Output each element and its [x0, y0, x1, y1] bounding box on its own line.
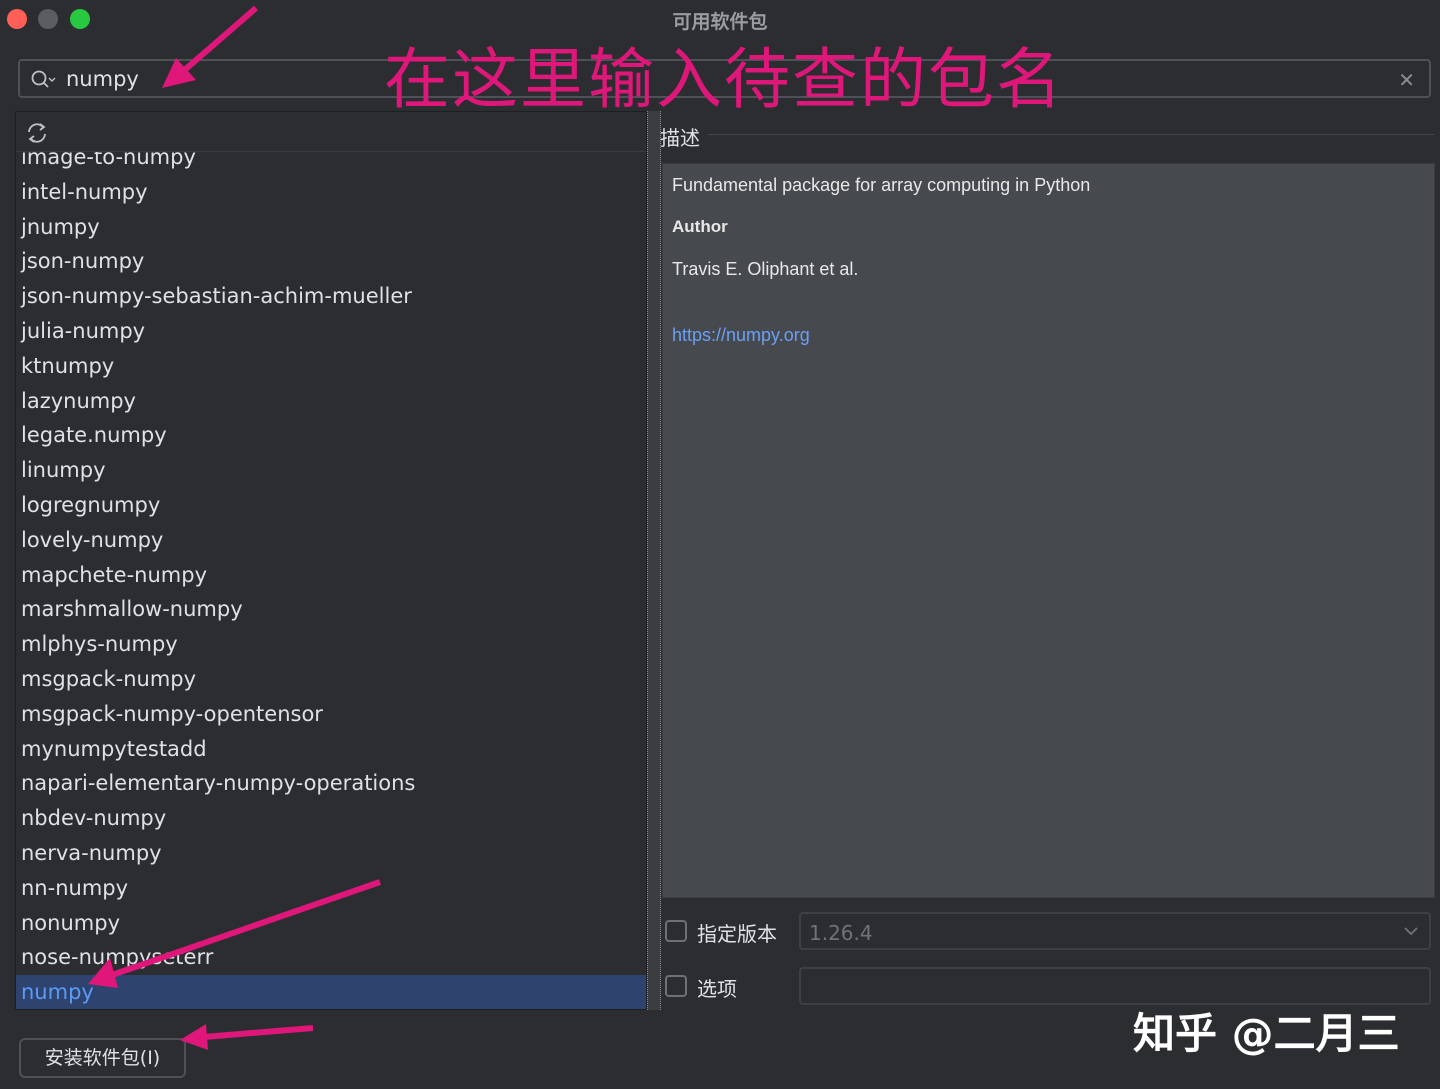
options-checkbox[interactable] [665, 975, 687, 997]
package-list-item[interactable]: legate.numpy [16, 418, 646, 453]
panel-splitter[interactable] [647, 111, 661, 1010]
package-list-item[interactable]: json-numpy-sebastian-achim-mueller [16, 279, 646, 314]
package-list: image-to-numpy intel-numpy jnumpy json-nump… [16, 140, 646, 1009]
package-list-item[interactable]: mlphys-numpy [16, 627, 646, 662]
package-list-item[interactable]: nbdev-numpy [16, 801, 646, 836]
refresh-icon[interactable] [24, 120, 50, 146]
chevron-down-icon [1404, 927, 1418, 936]
description-divider [708, 134, 1434, 135]
package-list-item[interactable]: nn-numpy [16, 871, 646, 906]
search-icon [31, 70, 56, 88]
options-label: 选项 [697, 977, 737, 1001]
package-list-item[interactable]: lazynumpy [16, 384, 646, 419]
package-list-item[interactable]: intel-numpy [16, 175, 646, 210]
clear-search-icon[interactable]: ✕ [1398, 68, 1415, 92]
package-list-item[interactable]: mynumpytestadd [16, 732, 646, 767]
search-input[interactable]: numpy [66, 67, 139, 91]
package-list-item[interactable]: json-numpy [16, 244, 646, 279]
package-list-item[interactable]: numpy [16, 975, 646, 1009]
package-list-item[interactable]: nerva-numpy [16, 836, 646, 871]
specify-version-label: 指定版本 [697, 922, 777, 946]
annotation-text: 在这里输入待查的包名 [384, 41, 1064, 118]
watermark: 知乎 @二月三 [1133, 1009, 1400, 1058]
package-list-item[interactable]: logregnumpy [16, 488, 646, 523]
package-list-item[interactable]: linumpy [16, 453, 646, 488]
version-select[interactable]: 1.26.4 [799, 912, 1431, 950]
package-list-item[interactable]: ktnumpy [16, 349, 646, 384]
package-author: Travis E. Oliphant et al. [672, 259, 859, 279]
package-list-panel: image-to-numpy intel-numpy jnumpy json-nump… [15, 111, 647, 1010]
version-value: 1.26.4 [809, 921, 873, 945]
package-list-toolbar [16, 112, 646, 152]
package-list-item[interactable]: msgpack-numpy [16, 662, 646, 697]
package-list-item[interactable]: julia-numpy [16, 314, 646, 349]
annotation-arrow-install [180, 1024, 314, 1050]
install-package-button[interactable]: 安装软件包(I) [19, 1038, 186, 1078]
package-list-item[interactable]: jnumpy [16, 210, 646, 245]
package-list-item[interactable]: napari-elementary-numpy-operations [16, 766, 646, 801]
specify-version-checkbox[interactable] [665, 920, 687, 942]
package-list-item[interactable]: mapchete-numpy [16, 558, 646, 593]
description-panel: Fundamental package for array computing … [662, 163, 1435, 898]
package-list-item[interactable]: nonumpy [16, 906, 646, 941]
description-label: 描述 [660, 126, 700, 150]
author-heading: Author [672, 217, 728, 236]
description-header: 描述 [660, 120, 1440, 150]
package-list-item[interactable]: nose-numpyseterr [16, 940, 646, 975]
package-list-item[interactable]: msgpack-numpy-opentensor [16, 697, 646, 732]
package-list-item[interactable]: lovely-numpy [16, 523, 646, 558]
package-list-item[interactable]: marshmallow-numpy [16, 592, 646, 627]
package-homepage-link[interactable]: https://numpy.org [672, 325, 810, 346]
package-summary: Fundamental package for array computing … [672, 175, 1091, 195]
